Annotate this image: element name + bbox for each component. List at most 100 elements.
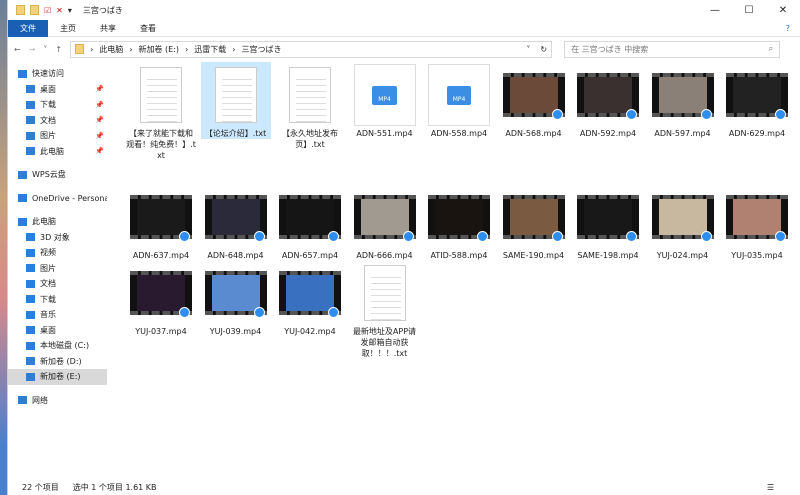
sidebar-item[interactable]: 此电脑 [8, 214, 107, 230]
text-file-icon [140, 67, 182, 123]
file-item[interactable]: ADN-629.mp4 [722, 62, 792, 139]
breadcrumb-drive-e[interactable]: 新加卷 (E:) [139, 44, 180, 55]
pin-icon: 📌 [95, 116, 104, 125]
file-item[interactable]: ADN-568.mp4 [499, 62, 569, 139]
file-item[interactable]: 【论坛介绍】.txt [200, 62, 271, 139]
maximize-button[interactable]: ☐ [732, 0, 766, 20]
sidebar-item[interactable]: 本地磁盘 (C:) [8, 338, 107, 354]
sidebar-item[interactable]: 新加卷 (D:) [8, 354, 107, 370]
player-badge-icon [551, 231, 563, 242]
sidebar-item-label: 新加卷 (D:) [40, 356, 82, 366]
sidebar-item[interactable]: 3D 对象 [8, 230, 107, 246]
file-item[interactable]: 【来了就能下载和观看！纯免费！】.txt [126, 62, 196, 161]
text-file-icon [289, 67, 331, 123]
player-badge-icon [328, 307, 339, 318]
file-item[interactable]: ADN-666.mp4 [350, 184, 420, 261]
file-item[interactable]: YUJ-037.mp4 [126, 260, 196, 337]
sidebar-item[interactable]: 新加卷 (E:) [8, 369, 107, 385]
sidebar-item[interactable]: 文档 📌 [8, 113, 107, 129]
file-item[interactable]: YUJ-035.mp4 [722, 184, 792, 261]
sidebar-item-label: 桌面 [40, 84, 56, 94]
tab-share[interactable]: 共享 [88, 20, 128, 37]
sidebar-item[interactable]: 视频 [8, 245, 107, 261]
details-view-icon[interactable]: ☰ [767, 483, 774, 492]
tab-view[interactable]: 查看 [128, 20, 168, 37]
sidebar-item[interactable]: 文档 [8, 276, 107, 292]
nav-icon [18, 170, 27, 179]
file-name: 【来了就能下载和观看！纯免费！】.txt [126, 129, 196, 160]
customize-toolbar-icon[interactable]: ▾ [68, 6, 72, 15]
sidebar-item-label: 文档 [40, 279, 56, 289]
sidebar-item[interactable]: WPS云盘 [8, 167, 107, 183]
player-badge-icon [551, 109, 563, 120]
file-item[interactable]: 最新地址及APP请发邮箱自动获取！！！.txt [350, 260, 420, 359]
refresh-icon[interactable]: ↻ [540, 45, 547, 54]
file-item[interactable]: YUJ-024.mp4 [648, 184, 718, 261]
close-button[interactable]: ✕ [766, 0, 800, 20]
file-item[interactable]: ADN-648.mp4 [201, 184, 271, 261]
tab-home[interactable]: 主页 [48, 20, 88, 37]
sidebar-item[interactable]: 图片 📌 [8, 128, 107, 144]
search-input[interactable]: 在 三宫つばき 中搜索 ⌕ [564, 40, 781, 58]
player-badge-icon [626, 109, 637, 120]
status-bar: 22 个项目 选中 1 个项目 1.61 KB ☰ [22, 479, 800, 495]
nav-icon [26, 147, 35, 156]
recent-locations-icon[interactable]: ˅ [43, 45, 47, 54]
file-explorer-window: ☑ ✕ ▾ 三宫つばき — ☐ ✕ 文件 主页 共享 查看 ? ← → ˅ ↑ … [7, 0, 800, 495]
sidebar-item[interactable]: 此电脑 📌 [8, 144, 107, 160]
nav-icon [26, 310, 35, 319]
file-item[interactable]: MP4 ADN-551.mp4 [350, 62, 420, 139]
file-item[interactable]: MP4 ADN-558.mp4 [424, 62, 494, 139]
sidebar-item-label: 图片 [40, 263, 56, 273]
forward-icon[interactable]: → [29, 45, 36, 54]
sidebar-item[interactable]: 下载 📌 [8, 97, 107, 113]
delete-icon[interactable]: ✕ [56, 6, 63, 15]
sidebar-item-label: 音乐 [40, 310, 56, 320]
file-item[interactable]: SAME-190.mp4 [499, 184, 569, 261]
player-badge-icon [775, 109, 786, 120]
sidebar-item-label: 视频 [40, 248, 56, 258]
selection-info: 选中 1 个项目 1.61 KB [72, 482, 157, 492]
address-path[interactable]: › 此电脑 › 新加卷 (E:) › 迅雷下载 › 三宫つばき ˅ ↻ [70, 40, 553, 58]
sidebar-item[interactable]: 音乐 [8, 307, 107, 323]
tab-file[interactable]: 文件 [8, 19, 48, 37]
file-item[interactable]: 【永久地址发布页】.txt [275, 62, 345, 150]
file-item[interactable]: YUJ-039.mp4 [201, 260, 271, 337]
search-placeholder: 在 三宫つばき 中搜索 [571, 44, 649, 54]
sidebar-item-label: 快速访问 [32, 69, 64, 79]
sidebar-item[interactable]: 桌面 📌 [8, 82, 107, 98]
file-item[interactable]: ADN-592.mp4 [573, 62, 643, 139]
mp4-file-icon: MP4 [428, 64, 490, 126]
sidebar-item[interactable]: 快速访问 [8, 66, 107, 82]
up-icon[interactable]: ↑ [55, 45, 62, 54]
sidebar-item[interactable]: 网络 [8, 393, 107, 409]
nav-icon [18, 396, 27, 405]
sidebar-item[interactable]: 桌面 [8, 323, 107, 339]
back-icon[interactable]: ← [14, 45, 21, 54]
sidebar-item[interactable]: 图片 [8, 261, 107, 277]
file-item[interactable]: ATID-588.mp4 [424, 184, 494, 261]
breadcrumb-xunlei[interactable]: 迅雷下载 [194, 44, 226, 55]
file-item[interactable]: ADN-597.mp4 [648, 62, 718, 139]
file-item[interactable]: ADN-637.mp4 [126, 184, 196, 261]
sidebar-item[interactable]: 下载 [8, 292, 107, 308]
properties-icon[interactable]: ☑ [44, 6, 51, 15]
sidebar-item-label: 图片 [40, 131, 56, 141]
breadcrumb-this-pc[interactable]: 此电脑 [99, 44, 123, 55]
sidebar-item-label: 文档 [40, 115, 56, 125]
ribbon: 文件 主页 共享 查看 ? [8, 19, 800, 37]
new-folder-icon[interactable] [30, 5, 39, 15]
minimize-button[interactable]: — [698, 0, 732, 20]
nav-icon [26, 85, 35, 94]
sidebar-item[interactable]: OneDrive - Persona [8, 191, 107, 207]
help-icon[interactable]: ? [786, 24, 790, 33]
breadcrumb-current[interactable]: 三宫つばき [241, 44, 281, 55]
pin-icon: 📌 [95, 100, 104, 109]
address-dropdown-icon[interactable]: ˅ [526, 45, 530, 54]
sidebar-item-label: WPS云盘 [32, 170, 66, 180]
file-item[interactable]: SAME-198.mp4 [573, 184, 643, 261]
file-item[interactable]: YUJ-042.mp4 [275, 260, 345, 337]
nav-icon [26, 295, 35, 304]
sidebar-item-label: 下载 [40, 100, 56, 110]
file-item[interactable]: ADN-657.mp4 [275, 184, 345, 261]
